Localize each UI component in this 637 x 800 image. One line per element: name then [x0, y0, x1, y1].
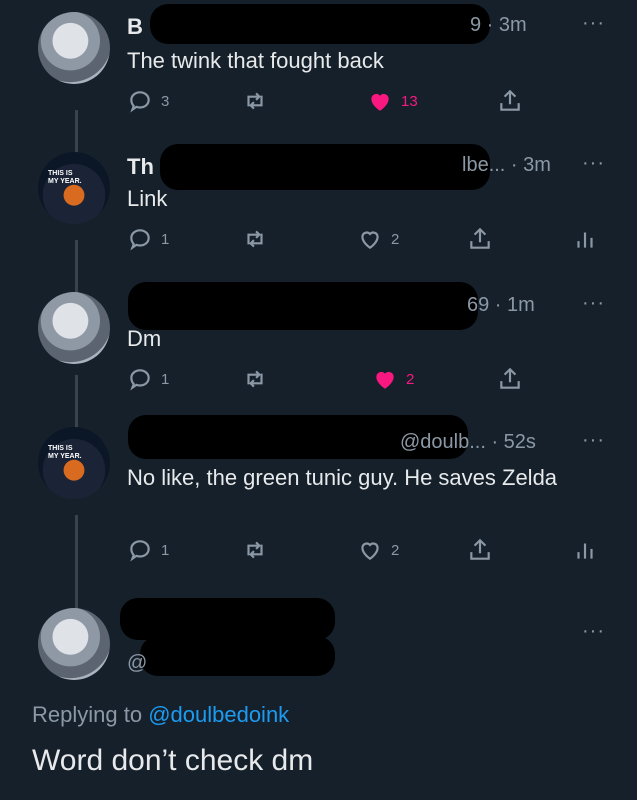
retweet-button[interactable] [242, 366, 268, 392]
like-button[interactable]: 2 [357, 537, 399, 563]
tweet-text: Link [127, 186, 168, 211]
compose-textbox[interactable]: Word don’t check dm [32, 744, 313, 778]
tweet[interactable]: 69 · 1m ··· Dm 1 2 [0, 280, 637, 410]
reply-button[interactable]: 1 [127, 366, 169, 392]
avatar[interactable]: THIS IS MY YEAR. [38, 152, 110, 224]
share-icon [470, 227, 490, 249]
like-button[interactable]: 2 [372, 366, 414, 392]
compose-handle: @ [127, 652, 148, 674]
tweet-text: Dm [127, 326, 162, 351]
avatar[interactable] [38, 292, 110, 364]
reply-button[interactable]: 1 [127, 226, 169, 252]
reply-icon [130, 540, 150, 562]
heart-filled-icon [376, 371, 394, 389]
redaction [128, 282, 478, 330]
share-button[interactable] [497, 88, 523, 114]
more-icon[interactable]: ··· [582, 620, 605, 643]
share-icon [470, 538, 490, 560]
retweet-button[interactable] [242, 88, 268, 114]
tweet[interactable]: THIS IS MY YEAR. @doulb... · 52s ··· No l… [0, 415, 637, 585]
avatar[interactable]: THIS IS MY YEAR. [38, 427, 110, 499]
retweet-icon [247, 541, 263, 559]
avatar-caption: THIS IS MY YEAR. [48, 170, 82, 185]
more-icon[interactable]: ··· [582, 12, 605, 35]
tweet-text: The twink that fought back [127, 48, 384, 73]
share-button[interactable] [467, 537, 493, 563]
reply-count: 1 [161, 230, 170, 248]
retweet-icon [247, 230, 263, 248]
heart-filled-icon [371, 93, 389, 111]
tweet-meta: 69 · 1m [467, 294, 535, 316]
retweet-icon [247, 370, 263, 388]
like-count: 2 [391, 230, 400, 248]
author-name[interactable]: B [127, 14, 143, 40]
tweet[interactable]: B 9 · 3m ··· The twink that fought back … [0, 0, 637, 130]
tweet-meta: lbe... · 3m [462, 154, 551, 176]
reply-button[interactable]: 1 [127, 537, 169, 563]
replying-to-handle[interactable]: @doulbedoink [148, 702, 289, 727]
more-icon[interactable]: ··· [582, 429, 605, 452]
tweet-meta: @doulb... · 52s [400, 431, 536, 453]
share-button[interactable] [497, 366, 523, 392]
reply-icon [130, 91, 150, 113]
like-count: 13 [401, 92, 418, 110]
analytics-icon [577, 543, 593, 559]
heart-icon [361, 231, 379, 249]
analytics-button[interactable] [572, 226, 598, 252]
analytics-button[interactable] [572, 537, 598, 563]
share-button[interactable] [467, 226, 493, 252]
replying-to-prefix: Replying to [32, 702, 149, 727]
tweet-actions: 1 2 [127, 537, 607, 567]
reply-icon [130, 229, 150, 251]
replying-to: Replying to @doulbedoink [32, 702, 289, 728]
analytics-icon [577, 232, 593, 248]
tweet-meta: 9 · 3m [470, 14, 527, 36]
retweet-icon [247, 92, 263, 110]
more-icon[interactable]: ··· [582, 152, 605, 175]
reply-count: 3 [161, 92, 170, 110]
retweet-button[interactable] [242, 226, 268, 252]
more-icon[interactable]: ··· [582, 292, 605, 315]
heart-icon [361, 542, 379, 560]
reply-button[interactable]: 3 [127, 88, 169, 114]
redaction [140, 636, 335, 676]
like-button[interactable]: 13 [367, 88, 418, 114]
tweet[interactable]: THIS IS MY YEAR. Th lbe... · 3m ··· Link … [0, 140, 637, 275]
like-count: 2 [406, 370, 415, 388]
avatar[interactable] [38, 608, 110, 680]
reply-icon [130, 369, 150, 391]
redaction [120, 598, 335, 640]
tweet-text: No like, the green tunic guy. He saves Z… [127, 465, 558, 490]
retweet-button[interactable] [242, 537, 268, 563]
reply-count: 1 [161, 370, 170, 388]
like-count: 2 [391, 541, 400, 559]
author-name[interactable]: Th [127, 154, 154, 180]
redaction [150, 4, 490, 44]
reply-count: 1 [161, 541, 170, 559]
tweet-actions: 1 2 [127, 366, 607, 396]
share-icon [500, 89, 520, 111]
share-icon [500, 367, 520, 389]
tweet-actions: 1 2 [127, 226, 607, 256]
avatar[interactable] [38, 12, 110, 84]
tweet-actions: 3 13 [127, 88, 607, 118]
like-button[interactable]: 2 [357, 226, 399, 252]
avatar-caption: THIS IS MY YEAR. [48, 445, 82, 460]
